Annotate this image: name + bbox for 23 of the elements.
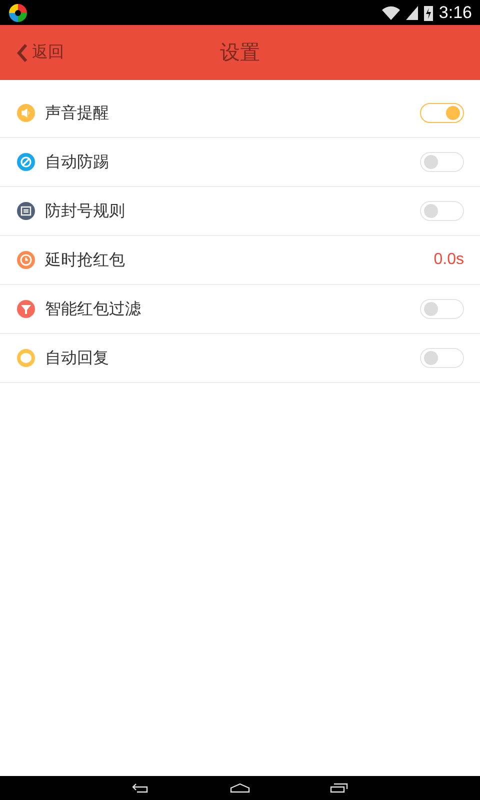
- toggle-switch[interactable]: [420, 152, 464, 172]
- chevron-left-icon: [16, 42, 28, 62]
- app-logo-icon: [8, 2, 28, 22]
- page-title: 设置: [220, 39, 260, 66]
- toggle-switch[interactable]: [420, 299, 464, 319]
- home-nav-icon[interactable]: [230, 783, 250, 793]
- toggle-switch[interactable]: [420, 201, 464, 221]
- setting-label: 防封号规则: [45, 200, 126, 222]
- setting-label: 延时抢红包: [45, 250, 126, 270]
- delay-value[interactable]: 0.0s: [434, 251, 464, 269]
- setting-label: 智能红包过滤: [45, 298, 142, 320]
- setting-label: 自动回复: [45, 348, 110, 368]
- setting-label: 自动防踢: [45, 152, 110, 172]
- status-time: 3:16: [438, 2, 472, 22]
- setting-label: 声音提醒: [45, 102, 110, 124]
- toggle-switch[interactable]: [420, 348, 464, 368]
- wifi-icon: [382, 6, 400, 20]
- toggle-switch[interactable]: [420, 103, 464, 123]
- back-button[interactable]: 返回: [0, 42, 64, 63]
- battery-icon: [424, 4, 433, 20]
- recents-nav-icon[interactable]: [330, 783, 348, 793]
- back-nav-icon[interactable]: [132, 783, 150, 793]
- signal-icon: [406, 6, 418, 20]
